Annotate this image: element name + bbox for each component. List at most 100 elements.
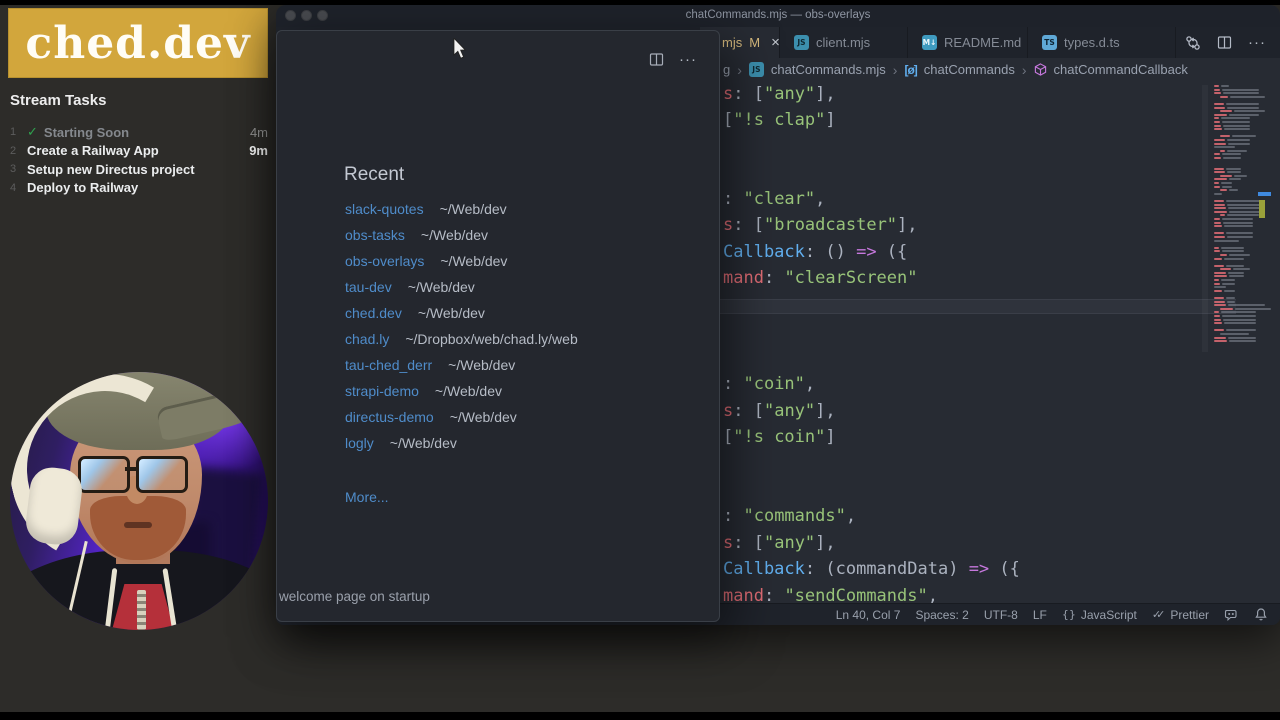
overview-ruler-modified-marker: [1259, 200, 1265, 218]
status-item-language[interactable]: {} JavaScript: [1062, 608, 1137, 622]
open-changes-icon[interactable]: [1185, 35, 1201, 51]
minimap-token: [1220, 214, 1225, 217]
minimap-line: [1212, 124, 1262, 127]
minimap-token: [1226, 329, 1256, 332]
minimap-line: [1212, 95, 1265, 98]
recent-project-link[interactable]: logly: [345, 435, 374, 451]
recent-project-link[interactable]: strapi-demo: [345, 383, 419, 399]
feedback-icon[interactable]: [1224, 608, 1239, 622]
task-row: 2 Create a Railway App 9m: [10, 142, 268, 161]
code-line: : "commands",: [723, 503, 856, 529]
recent-project-link[interactable]: directus-demo: [345, 409, 434, 425]
recent-row: directus-demo ~/Web/dev: [345, 409, 578, 435]
minimap-line: [1212, 92, 1262, 95]
window-titlebar[interactable]: chatCommands.mjs — obs-overlays: [276, 5, 1280, 28]
minimap-token: [1227, 300, 1235, 303]
code-token: "commands": [743, 506, 846, 526]
minimap-gap: [1212, 261, 1262, 263]
minimap-token: [1223, 156, 1241, 159]
minimap-token: [1214, 297, 1224, 300]
minimap-line: [1212, 178, 1262, 181]
code-line: ["!s coin"]: [723, 424, 836, 450]
recent-project-link[interactable]: tau-dev: [345, 279, 392, 295]
status-item-eol[interactable]: LF: [1033, 608, 1047, 622]
minimap-token: [1222, 88, 1259, 91]
code-token: :: [733, 215, 754, 235]
more-actions-icon[interactable]: ···: [1248, 34, 1266, 51]
md-file-icon: M↓: [922, 35, 937, 50]
code-line: s: ["any"],: [723, 530, 836, 556]
minimap-token: [1220, 149, 1225, 152]
breadcrumb-folder[interactable]: g: [723, 62, 730, 77]
webcam-overlay: [10, 372, 268, 630]
code-token: "!s clap": [733, 110, 826, 130]
minimap-gap: [1212, 164, 1262, 166]
recent-project-link[interactable]: chad.ly: [345, 331, 389, 347]
minimap-token: [1214, 311, 1219, 314]
minimap-gap: [1212, 326, 1262, 328]
chevron-right-icon: ›: [737, 61, 742, 78]
recent-project-link[interactable]: tau-ched_derr: [345, 357, 432, 373]
task-label: Setup new Directus project: [27, 161, 195, 177]
status-item-cursor-position[interactable]: Ln 40, Col 7: [836, 608, 901, 622]
minimap-line: [1212, 210, 1262, 213]
minimap-line: [1212, 120, 1262, 123]
recent-project-link[interactable]: obs-overlays: [345, 253, 424, 269]
code-line: s: ["any"],: [723, 398, 836, 424]
minimap-token: [1227, 171, 1241, 174]
split-editor-icon[interactable]: [1217, 35, 1232, 50]
split-editor-icon[interactable]: [649, 52, 664, 67]
minimap-line: [1212, 235, 1262, 238]
minimap-line: [1212, 286, 1262, 289]
check-icon: ✓: [27, 124, 38, 140]
recent-project-path: ~/Web/dev: [440, 253, 508, 269]
task-number: 3: [10, 163, 17, 176]
welcome-startup-checkbox-label[interactable]: welcome page on startup: [279, 589, 430, 604]
minimap-line: [1212, 268, 1262, 271]
minimap-token: [1223, 92, 1259, 95]
breadcrumb-symbol[interactable]: chatCommands: [924, 62, 1015, 77]
code-token: "clearScreen": [784, 268, 918, 288]
notifications-bell-icon[interactable]: [1254, 607, 1268, 622]
recent-heading: Recent: [344, 164, 405, 185]
recent-row: slack-quotes ~/Web/dev: [345, 201, 578, 227]
recent-project-link[interactable]: slack-quotes: [345, 201, 424, 217]
status-item-encoding[interactable]: UTF-8: [984, 608, 1018, 622]
minimap-line: [1212, 203, 1262, 206]
recent-project-link[interactable]: obs-tasks: [345, 227, 405, 243]
minimap-token: [1214, 221, 1221, 224]
minimap-token: [1229, 275, 1244, 278]
more-actions-icon[interactable]: ···: [679, 51, 697, 68]
close-tab-icon[interactable]: ×: [771, 34, 780, 51]
minimap-line: [1212, 304, 1265, 307]
minimap-line: [1212, 275, 1262, 278]
status-item-formatter[interactable]: ✓✓ Prettier: [1152, 608, 1209, 622]
minimap-line: [1212, 110, 1265, 113]
recent-project-path: ~/Web/dev: [449, 409, 517, 425]
minimap-line: [1212, 102, 1262, 105]
breadcrumb-symbol-callback[interactable]: chatCommandCallback: [1054, 62, 1188, 77]
minimap-token: [1214, 92, 1221, 95]
minimap-token: [1214, 138, 1225, 141]
recent-more-link[interactable]: More...: [345, 489, 389, 505]
recent-project-list: slack-quotes ~/Web/dev obs-tasks ~/Web/dev o…: [345, 201, 578, 461]
code-token: :: [723, 189, 744, 209]
minimap-line: [1212, 135, 1262, 138]
tab-types.d.ts[interactable]: TS types.d.ts: [1028, 27, 1176, 58]
status-item-indentation[interactable]: Spaces: 2: [915, 608, 968, 622]
tab-README.md[interactable]: M↓ README.md: [908, 27, 1028, 58]
minimap-token: [1214, 271, 1226, 274]
recent-project-path: ~/Web/dev: [407, 279, 475, 295]
minimap-token: [1214, 113, 1227, 116]
breadcrumb: g › JS chatCommands.mjs › [ø] chatComman…: [723, 58, 1188, 81]
breadcrumb-file[interactable]: chatCommands.mjs: [771, 62, 886, 77]
code-token: =>: [968, 559, 990, 579]
tab-client.mjs[interactable]: JS client.mjs: [780, 27, 908, 58]
code-token: "any": [763, 533, 816, 553]
code-token: ],: [897, 215, 918, 235]
tab-label: mjs: [722, 35, 743, 50]
minimap[interactable]: [1212, 85, 1271, 352]
status-text: Spaces: 2: [915, 607, 969, 622]
recent-project-link[interactable]: ched.dev: [345, 305, 402, 321]
code-token: s: [723, 215, 734, 235]
